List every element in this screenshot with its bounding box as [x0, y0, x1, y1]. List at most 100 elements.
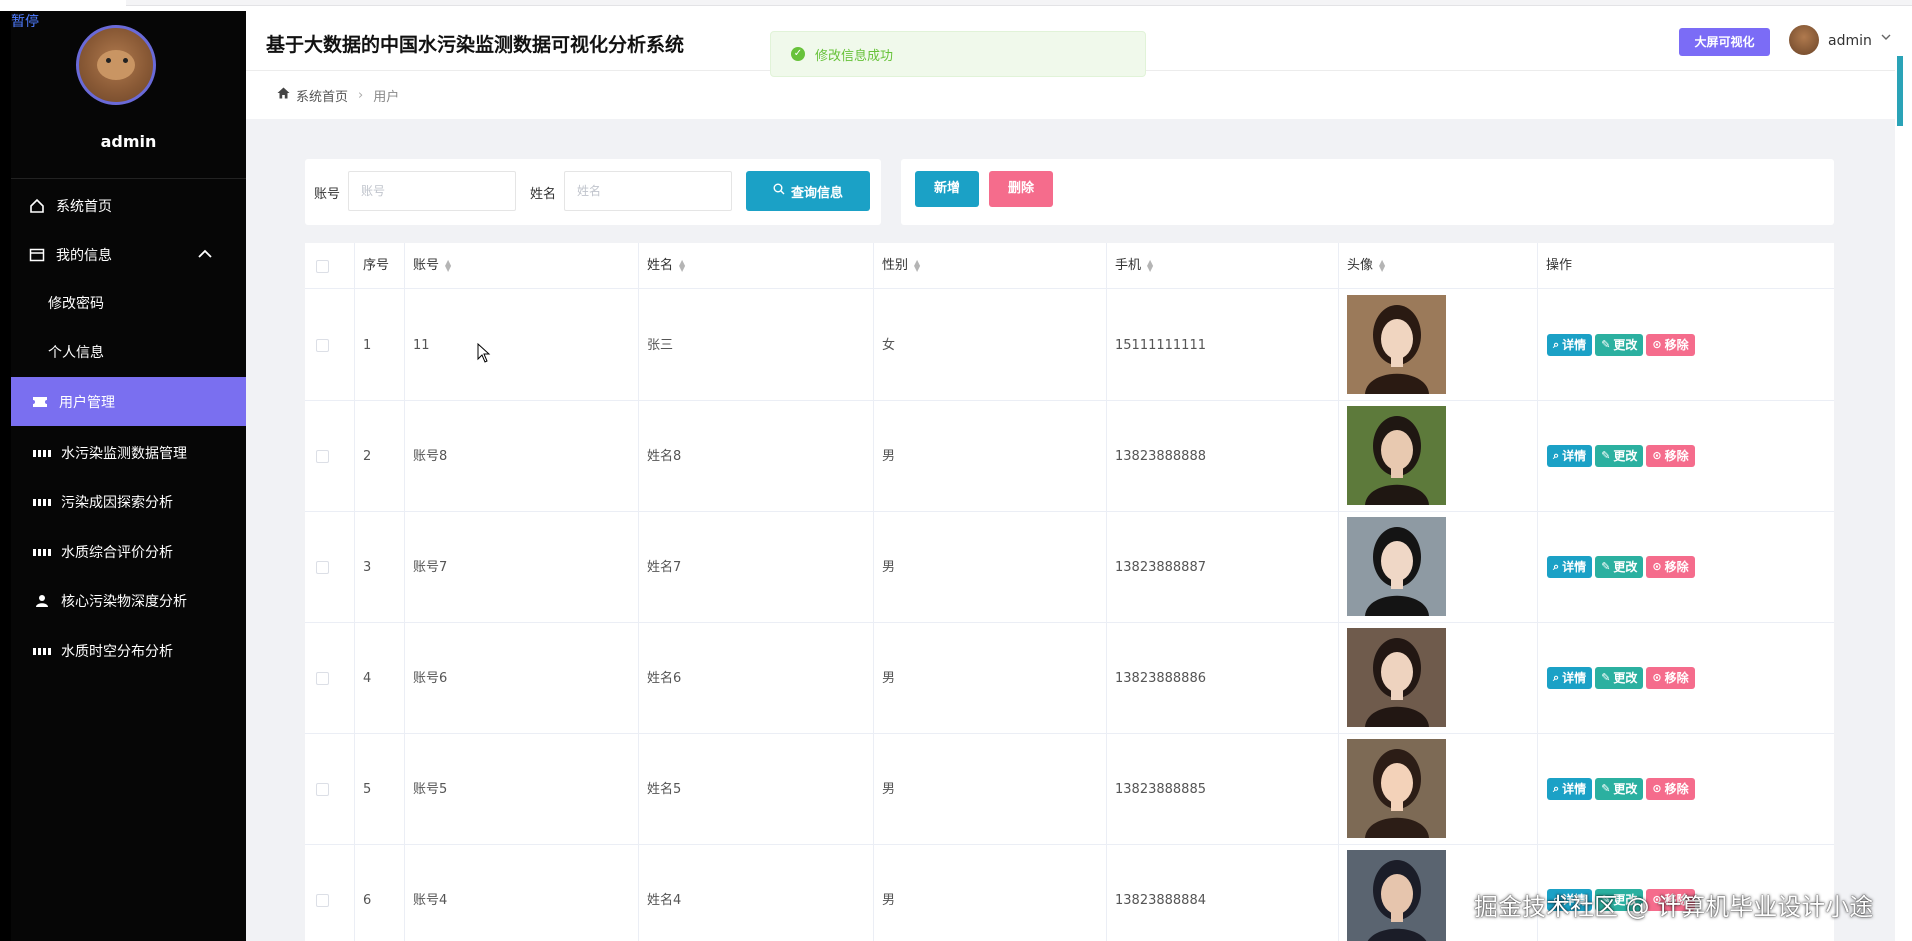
account-input[interactable]: 账号 [348, 171, 516, 211]
remove-button-label: 移除 [1664, 449, 1689, 463]
cell-gender: 男 [882, 782, 896, 797]
top-strip [0, 0, 1912, 11]
edit-button[interactable]: ✎ 更改 [1595, 334, 1644, 356]
add-button[interactable]: 新增 [915, 171, 979, 207]
pause-label[interactable]: 暂停 [11, 11, 39, 31]
detail-button[interactable]: ⌕ 详情 [1547, 334, 1593, 356]
header-avatar[interactable] [1789, 25, 1819, 55]
query-button-label: 查询信息 [790, 185, 843, 201]
bigscreen-button[interactable]: 大屏可视化 [1679, 28, 1770, 56]
row-actions: ⌕ 详情 ✎ 更改 ⊙ 移除 [1547, 445, 1698, 467]
scrollbar[interactable] [1895, 11, 1912, 941]
row-checkbox[interactable] [316, 783, 329, 796]
check-circle-icon: ✓ [791, 47, 805, 61]
remove-button[interactable]: ⊙ 移除 [1646, 334, 1695, 356]
avatar-photo[interactable] [1347, 850, 1446, 941]
edit-button[interactable]: ✎ 更改 [1595, 556, 1644, 578]
grid-icon [33, 493, 51, 511]
pencil-icon: ✎ [1601, 782, 1611, 795]
remove-icon: ⊙ [1652, 782, 1662, 795]
cell-name: 姓名6 [647, 671, 682, 686]
column-header-phone[interactable]: 手机 ▲ ▼ [1106, 243, 1153, 289]
sidebar-item-cause-analysis[interactable]: 污染成因探索分析 [11, 479, 246, 525]
pencil-icon: ✎ [1601, 671, 1611, 684]
header-username[interactable]: admin [1828, 33, 1872, 49]
sidebar-item-core-pollutant[interactable]: 核心污染物深度分析 [11, 578, 246, 624]
cell-index: 5 [363, 782, 372, 797]
row-checkbox[interactable] [316, 894, 329, 907]
row-checkbox[interactable] [316, 672, 329, 685]
edit-button[interactable]: ✎ 更改 [1595, 778, 1644, 800]
cell-phone: 13823888887 [1115, 560, 1206, 575]
sidebar-item-water-data[interactable]: 水污染监测数据管理 [11, 430, 246, 476]
table-row: 5 账号5 姓名5 男 13823888885 ⌕ 详情 ✎ 更改 ⊙ 移除 [305, 734, 1834, 845]
sidebar-item-label: 污染成因探索分析 [61, 495, 173, 511]
cell-gender: 男 [882, 449, 896, 464]
detail-button[interactable]: ⌕ 详情 [1547, 556, 1593, 578]
name-label: 姓名 [530, 187, 557, 202]
detail-button[interactable]: ⌕ 详情 [1547, 667, 1593, 689]
sidebar-item-spatiotemporal[interactable]: 水质时空分布分析 [11, 628, 246, 674]
detail-button-label: 详情 [1562, 671, 1587, 685]
edit-button[interactable]: ✎ 更改 [1595, 667, 1644, 689]
remove-button-label: 移除 [1664, 782, 1689, 796]
column-header-actions: 操作 [1546, 258, 1573, 273]
pencil-icon: ✎ [1601, 338, 1611, 351]
sidebar-item-change-password[interactable]: 修改密码 [11, 280, 246, 326]
column-header-gender[interactable]: 性别 ▲ ▼ [873, 243, 920, 289]
remove-icon: ⊙ [1652, 449, 1662, 462]
detail-button[interactable]: ⌕ 详情 [1547, 445, 1593, 467]
table-row: 3 账号7 姓名7 男 13823888887 ⌕ 详情 ✎ 更改 ⊙ 移除 [305, 512, 1834, 623]
query-button[interactable]: 查询信息 [746, 171, 870, 211]
row-actions: ⌕ 详情 ✎ 更改 ⊙ 移除 [1547, 556, 1698, 578]
remove-button-label: 移除 [1664, 338, 1689, 352]
remove-icon: ⊙ [1652, 338, 1662, 351]
sort-icon: ▲ ▼ [679, 257, 686, 273]
sidebar-item-users[interactable]: 用户管理 [11, 377, 246, 426]
edit-button-label: 更改 [1613, 671, 1638, 685]
pencil-icon: ✎ [1601, 560, 1611, 573]
cell-name: 姓名4 [647, 893, 682, 908]
breadcrumb-home[interactable]: 系统首页 [296, 86, 348, 105]
avatar-photo[interactable] [1347, 739, 1446, 838]
cell-index: 4 [363, 671, 372, 686]
row-checkbox[interactable] [316, 339, 329, 352]
grid-icon [33, 642, 51, 660]
sidebar-item-profile[interactable]: 个人信息 [11, 329, 246, 375]
remove-button[interactable]: ⊙ 移除 [1646, 778, 1695, 800]
chevron-down-icon[interactable] [1881, 33, 1891, 44]
chevron-up-icon [198, 247, 212, 263]
edit-button[interactable]: ✎ 更改 [1595, 445, 1644, 467]
cell-gender: 女 [882, 338, 896, 353]
select-all-checkbox[interactable] [316, 260, 329, 273]
row-checkbox[interactable] [316, 561, 329, 574]
avatar-photo[interactable] [1347, 295, 1446, 394]
remove-button[interactable]: ⊙ 移除 [1646, 556, 1695, 578]
remove-button-label: 移除 [1664, 671, 1689, 685]
grid-icon [33, 543, 51, 561]
avatar-photo[interactable] [1347, 517, 1446, 616]
detail-button[interactable]: ⌕ 详情 [1547, 778, 1593, 800]
column-header-name[interactable]: 姓名 ▲ ▼ [638, 243, 685, 289]
row-checkbox[interactable] [316, 450, 329, 463]
sidebar-item-quality-eval[interactable]: 水质综合评价分析 [11, 529, 246, 575]
column-header-account[interactable]: 账号 ▲ ▼ [404, 243, 451, 289]
remove-button[interactable]: ⊙ 移除 [1646, 667, 1695, 689]
avatar-photo[interactable] [1347, 628, 1446, 727]
sidebar-item-home[interactable]: 系统首页 [11, 183, 246, 229]
cell-account: 账号8 [413, 449, 448, 464]
avatar-photo[interactable] [1347, 406, 1446, 505]
delete-button[interactable]: 删除 [989, 171, 1053, 207]
action-panel: 新增 删除 [901, 159, 1834, 225]
sidebar-item-myinfo[interactable]: 我的信息 [11, 232, 246, 278]
toast-message: 修改信息成功 [815, 48, 894, 64]
sidebar-username: admin [100, 132, 157, 151]
sidebar-item-label: 水质时空分布分析 [61, 644, 173, 660]
sidebar-item-label: 我的信息 [56, 248, 112, 264]
name-input[interactable]: 姓名 [564, 171, 732, 211]
search-icon: ⌕ [1553, 560, 1560, 573]
user-table: 序号 账号 ▲ ▼ 姓名 ▲ ▼ 性别 ▲ ▼ 手机 ▲ ▼ 头像 ▲ ▼ 操作 1 11 张三女 151… [305, 243, 1834, 941]
column-header-avatar[interactable]: 头像 ▲ ▼ [1338, 243, 1385, 289]
remove-button[interactable]: ⊙ 移除 [1646, 445, 1695, 467]
table-row: 1 11 张三女 15111111111 ⌕ 详情 ✎ 更改 ⊙ 移除 [305, 290, 1834, 401]
